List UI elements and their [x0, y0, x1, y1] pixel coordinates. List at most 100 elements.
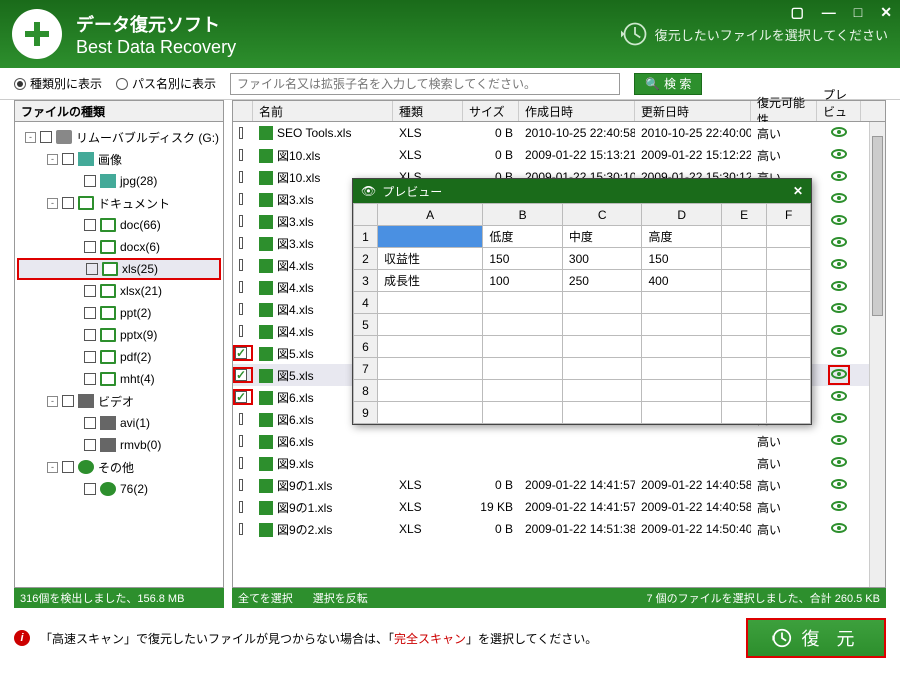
row-checkbox[interactable] [239, 193, 243, 205]
preview-cell[interactable] [722, 292, 767, 314]
tree-node[interactable]: -ドキュメント [17, 192, 221, 214]
row-checkbox[interactable] [239, 523, 243, 535]
cell-preview[interactable] [817, 365, 861, 385]
preview-cell[interactable]: 150 [642, 248, 722, 270]
eye-icon[interactable] [831, 369, 847, 379]
col-name[interactable]: 名前 [253, 101, 393, 121]
cell-preview[interactable] [817, 280, 861, 294]
invert-selection-link[interactable]: 選択を反転 [313, 590, 368, 606]
tree-node[interactable]: docx(6) [17, 236, 221, 258]
eye-icon[interactable] [831, 237, 847, 247]
preview-cell[interactable] [483, 336, 563, 358]
row-checkbox[interactable] [239, 457, 243, 469]
tree-checkbox[interactable] [40, 131, 52, 143]
preview-cell[interactable] [642, 358, 722, 380]
table-row[interactable]: 図9.xls高い [233, 452, 885, 474]
tree-checkbox[interactable] [84, 285, 96, 297]
preview-cell[interactable] [378, 226, 483, 248]
table-row[interactable]: 図9の1.xlsXLS0 B2009-01-22 14:41:572009-01… [233, 474, 885, 496]
cell-preview[interactable] [817, 148, 861, 162]
tree-checkbox[interactable] [84, 351, 96, 363]
eye-icon[interactable] [831, 435, 847, 445]
preview-title-bar[interactable]: 👁 プレビュー ✕ [353, 179, 811, 203]
preview-cell[interactable] [562, 314, 642, 336]
tree-checkbox[interactable] [84, 373, 96, 385]
preview-cell[interactable] [722, 336, 767, 358]
window-close-button[interactable]: ✕ [880, 4, 892, 21]
scrollbar[interactable] [869, 122, 885, 587]
preview-cell[interactable] [483, 314, 563, 336]
preview-cell[interactable] [378, 380, 483, 402]
tree-checkbox[interactable] [84, 219, 96, 231]
tree-node[interactable]: pdf(2) [17, 346, 221, 368]
radio-by-path[interactable]: パス名別に表示 [116, 75, 216, 92]
tree-node[interactable]: doc(66) [17, 214, 221, 236]
preview-cell[interactable] [562, 358, 642, 380]
preview-cell[interactable]: 300 [562, 248, 642, 270]
search-button[interactable]: 🔍検 索 [634, 73, 702, 95]
tree-checkbox[interactable] [84, 329, 96, 341]
cell-preview[interactable] [817, 522, 861, 536]
eye-icon[interactable] [831, 457, 847, 467]
row-checkbox[interactable]: ✓ [235, 369, 247, 381]
preview-cell[interactable] [483, 402, 563, 424]
cell-preview[interactable] [817, 412, 861, 426]
eye-icon[interactable] [831, 479, 847, 489]
tree-body[interactable]: -リムーバブルディスク (G:)-画像jpg(28)-ドキュメントdoc(66)… [14, 122, 224, 588]
preview-cell[interactable] [722, 270, 767, 292]
preview-cell[interactable]: 250 [562, 270, 642, 292]
preview-cell[interactable] [642, 336, 722, 358]
preview-cell[interactable] [767, 270, 811, 292]
tree-toggle[interactable]: - [47, 396, 58, 407]
row-checkbox[interactable] [239, 501, 243, 513]
window-tool-button[interactable]: ▢ [791, 4, 804, 21]
preview-cell[interactable] [378, 358, 483, 380]
tree-toggle[interactable]: - [25, 132, 36, 143]
tree-node[interactable]: xls(25) [17, 258, 221, 280]
preview-cell[interactable] [767, 314, 811, 336]
tree-checkbox[interactable] [84, 241, 96, 253]
tree-checkbox[interactable] [84, 483, 96, 495]
eye-icon[interactable] [831, 259, 847, 269]
cell-preview[interactable] [817, 456, 861, 470]
preview-cell[interactable] [767, 336, 811, 358]
eye-icon[interactable] [831, 215, 847, 225]
cell-preview[interactable] [817, 236, 861, 250]
preview-cell[interactable] [483, 380, 563, 402]
row-checkbox[interactable] [239, 281, 243, 293]
preview-cell[interactable] [378, 314, 483, 336]
col-mdate[interactable]: 更新日時 [635, 101, 751, 121]
tree-node[interactable]: 76(2) [17, 478, 221, 500]
tree-node[interactable]: -リムーバブルディスク (G:) [17, 126, 221, 148]
table-row[interactable]: SEO Tools.xlsXLS0 B2010-10-25 22:40:5820… [233, 122, 885, 144]
preview-cell[interactable] [562, 402, 642, 424]
tree-checkbox[interactable] [62, 153, 74, 165]
preview-cell[interactable] [722, 358, 767, 380]
tree-node[interactable]: -その他 [17, 456, 221, 478]
preview-cell[interactable]: 低度 [483, 226, 563, 248]
eye-icon[interactable] [831, 149, 847, 159]
row-checkbox[interactable] [239, 259, 243, 271]
tree-node[interactable]: xlsx(21) [17, 280, 221, 302]
tree-node[interactable]: avi(1) [17, 412, 221, 434]
preview-cell[interactable]: 400 [642, 270, 722, 292]
preview-cell[interactable] [767, 402, 811, 424]
cell-preview[interactable] [817, 214, 861, 228]
preview-cell[interactable] [722, 314, 767, 336]
table-row[interactable]: 図10.xlsXLS0 B2009-01-22 15:13:212009-01-… [233, 144, 885, 166]
cell-preview[interactable] [817, 258, 861, 272]
eye-icon[interactable] [831, 523, 847, 533]
row-checkbox[interactable] [239, 237, 243, 249]
preview-cell[interactable] [378, 292, 483, 314]
preview-cell[interactable]: 収益性 [378, 248, 483, 270]
preview-cell[interactable] [767, 358, 811, 380]
cell-preview[interactable] [817, 346, 861, 360]
row-checkbox[interactable] [239, 325, 243, 337]
preview-cell[interactable] [642, 314, 722, 336]
eye-icon[interactable] [831, 501, 847, 511]
eye-icon[interactable] [831, 413, 847, 423]
row-checkbox[interactable] [239, 127, 243, 139]
preview-cell[interactable] [767, 248, 811, 270]
preview-cell[interactable]: 成長性 [378, 270, 483, 292]
tree-node[interactable]: rmvb(0) [17, 434, 221, 456]
